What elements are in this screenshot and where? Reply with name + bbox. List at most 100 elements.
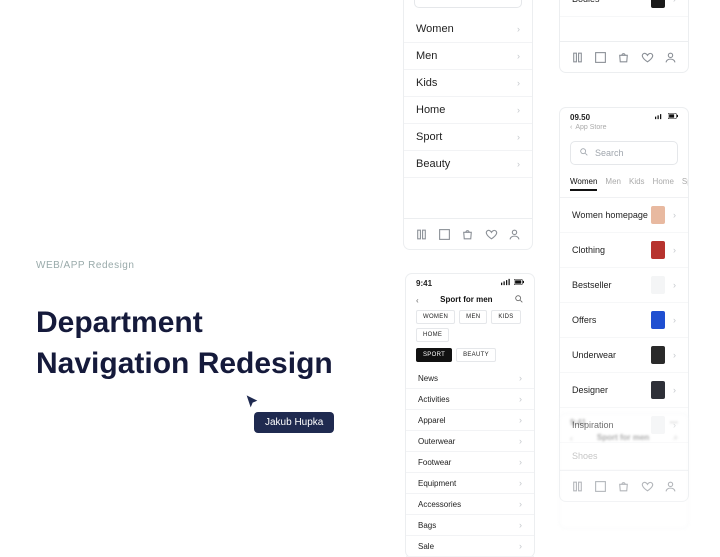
- bag-icon[interactable]: [461, 227, 475, 241]
- home-icon[interactable]: [571, 50, 585, 64]
- chevron-right-icon: ›: [517, 24, 520, 34]
- status-bar: 09.50: [560, 108, 688, 124]
- subcategory-list: News›Activities›Apparel›Outerwear›Footwe…: [406, 368, 534, 557]
- pill[interactable]: WOMEN: [416, 310, 455, 324]
- signal-icon: [655, 112, 665, 122]
- thumbnail: [651, 381, 665, 399]
- category-pills-row1: WOMEN MEN KIDS HOME: [406, 310, 534, 348]
- list-item[interactable]: News›: [406, 368, 534, 389]
- list-item[interactable]: Bestseller›: [560, 268, 688, 303]
- phone-sport-men-faded: 9:41 ··· ‹ Sport for men ⌕: [560, 414, 688, 528]
- tabbar: [560, 41, 688, 72]
- chevron-right-icon: ›: [673, 385, 676, 395]
- list-item[interactable]: Activities›: [406, 389, 534, 410]
- thumbnail: [651, 241, 665, 259]
- back-icon: ‹: [570, 434, 573, 443]
- clock: 9:41: [570, 418, 586, 427]
- department-row[interactable]: Kids›: [404, 70, 532, 97]
- clock: 09.50: [570, 113, 590, 122]
- header: ‹ Sport for men ⌕: [560, 429, 688, 448]
- chip[interactable]: Women: [570, 177, 597, 191]
- status-bar: 9:41 ···: [560, 414, 688, 429]
- battery-icon: [668, 112, 678, 122]
- page-title: Sport for men: [440, 295, 492, 306]
- chip[interactable]: Kids: [629, 177, 645, 191]
- header: ‹ Sport for men: [406, 290, 534, 310]
- list-item[interactable]: Women homepage›: [560, 198, 688, 233]
- chevron-right-icon: ›: [519, 499, 522, 509]
- list-item[interactable]: Offers›: [560, 303, 688, 338]
- back-icon[interactable]: ‹: [416, 296, 419, 305]
- chevron-right-icon: ›: [517, 105, 520, 115]
- search-icon[interactable]: [514, 294, 524, 306]
- chevron-right-icon: ›: [519, 436, 522, 446]
- heart-icon[interactable]: [640, 50, 654, 64]
- pill[interactable]: HOME: [416, 328, 449, 342]
- list-item[interactable]: Bodies ›: [560, 0, 688, 17]
- list-item[interactable]: Clothing›: [560, 233, 688, 268]
- hero-copy: WEB/APP Redesign Department Navigation R…: [36, 260, 333, 384]
- chevron-right-icon: ›: [519, 373, 522, 383]
- list-item[interactable]: Accessories›: [406, 494, 534, 515]
- signal-icon: [501, 278, 511, 288]
- chevron-right-icon: ›: [519, 394, 522, 404]
- account-icon[interactable]: [507, 227, 521, 241]
- department-row[interactable]: Women›: [404, 16, 532, 43]
- women-list: Women homepage›Clothing›Bestseller›Offer…: [560, 198, 688, 443]
- chevron-right-icon: ›: [673, 210, 676, 220]
- list-item[interactable]: Footwear›: [406, 452, 534, 473]
- chevron-right-icon: ›: [519, 541, 522, 551]
- pill[interactable]: SPORT: [416, 348, 452, 362]
- list-item[interactable]: Outerwear›: [406, 431, 534, 452]
- search-icon: [579, 147, 589, 159]
- chevron-right-icon: ›: [673, 350, 676, 360]
- phone-sport-men: 9:41 ‹ Sport for men WOMEN MEN KIDS HOME SP…: [406, 274, 534, 557]
- list-item[interactable]: Sale›: [406, 536, 534, 557]
- chevron-right-icon: ›: [517, 159, 520, 169]
- bag-icon[interactable]: [617, 50, 631, 64]
- pill[interactable]: BEAUTY: [456, 348, 496, 362]
- chevron-right-icon: ›: [673, 245, 676, 255]
- department-row[interactable]: Home›: [404, 97, 532, 124]
- chip[interactable]: Home: [653, 177, 674, 191]
- app-store-back[interactable]: ‹App Store: [560, 124, 688, 135]
- chip[interactable]: Men: [605, 177, 621, 191]
- account-icon[interactable]: [663, 50, 677, 64]
- thumbnail: [651, 346, 665, 364]
- status-bar: 9:41: [406, 274, 534, 290]
- heart-icon[interactable]: [484, 227, 498, 241]
- chevron-right-icon: ›: [519, 457, 522, 467]
- phone-departments: Search Women›Men›Kids›Home›Sport›Beauty›: [404, 0, 532, 249]
- chip[interactable]: Sport: [682, 177, 688, 191]
- pill[interactable]: KIDS: [491, 310, 520, 324]
- department-row[interactable]: Men›: [404, 43, 532, 70]
- search-input[interactable]: Search: [414, 0, 522, 8]
- list-item[interactable]: Designer›: [560, 373, 688, 408]
- title-line1: Department: [36, 303, 333, 344]
- clock: 9:41: [416, 279, 432, 288]
- categories-icon[interactable]: [594, 50, 608, 64]
- project-tag: WEB/APP Redesign: [36, 260, 333, 271]
- search-input[interactable]: Search: [570, 141, 678, 165]
- cursor-icon: [244, 394, 260, 410]
- thumbnail: [651, 311, 665, 329]
- search-icon: ⌕: [674, 433, 678, 443]
- search-icon: [423, 0, 433, 2]
- category-pills-row2: SPORT BEAUTY: [406, 348, 534, 368]
- pill[interactable]: MEN: [459, 310, 487, 324]
- list-item[interactable]: Underwear›: [560, 338, 688, 373]
- project-title: Department Navigation Redesign: [36, 303, 333, 384]
- categories-icon[interactable]: [438, 227, 452, 241]
- tabbar: [404, 218, 532, 249]
- list-item[interactable]: Equipment›: [406, 473, 534, 494]
- chevron-left-icon: ‹: [570, 124, 572, 131]
- chevron-right-icon: ›: [519, 478, 522, 488]
- chevron-right-icon: ›: [517, 51, 520, 61]
- list-item[interactable]: Apparel›: [406, 410, 534, 431]
- home-icon[interactable]: [415, 227, 429, 241]
- thumbnail: [651, 276, 665, 294]
- department-row[interactable]: Beauty›: [404, 151, 532, 178]
- chevron-right-icon: ›: [519, 415, 522, 425]
- department-row[interactable]: Sport›: [404, 124, 532, 151]
- list-item[interactable]: Bags›: [406, 515, 534, 536]
